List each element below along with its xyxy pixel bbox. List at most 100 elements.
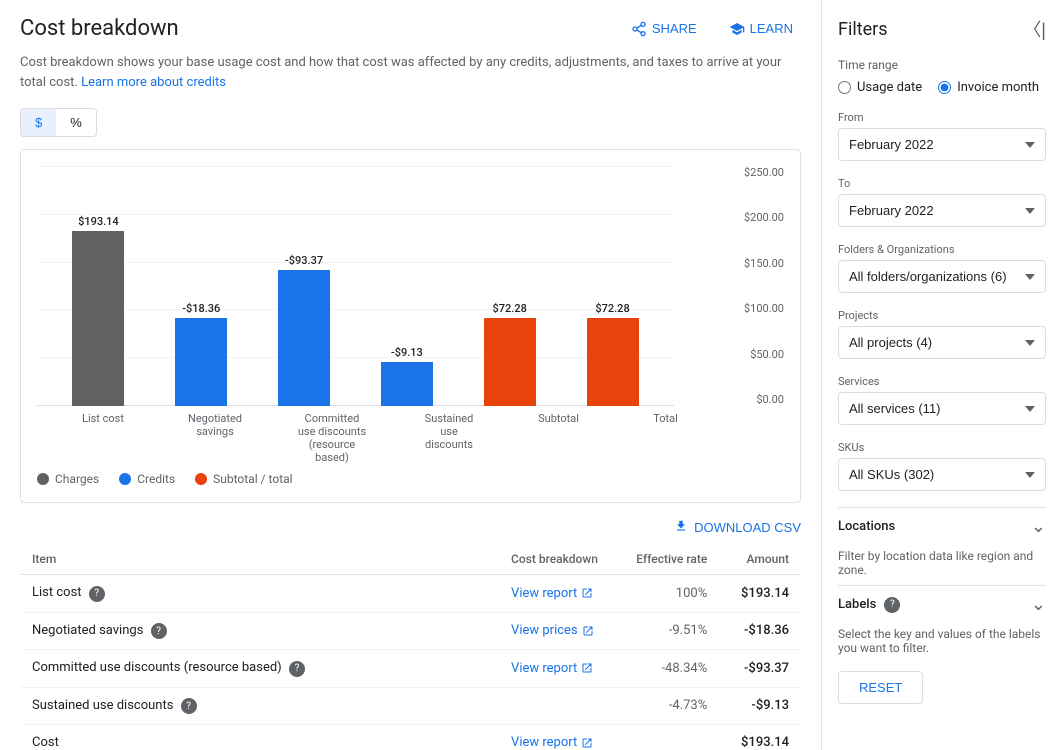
bar-committed: -$93.37 (278, 254, 330, 406)
x-label-committed: Committed use discounts (resource based) (297, 412, 367, 464)
charges-dot (37, 473, 49, 485)
time-range-section: Time range Usage date Invoice month (838, 58, 1046, 95)
labels-collapsible[interactable]: Labels ? ⌄ (838, 585, 1046, 623)
from-label: From (838, 111, 1046, 124)
to-label: To (838, 177, 1046, 190)
to-select[interactable]: February 2022 (838, 194, 1046, 227)
help-icon[interactable]: ? (181, 698, 197, 714)
cost-breakdown-cell: View report (499, 575, 618, 613)
bar-sustained: -$9.13 (381, 346, 433, 406)
amount-cell: -$18.36 (719, 612, 801, 650)
skus-dropdown: SKUs All SKUs (302) (838, 441, 1046, 491)
main-content: Cost breakdown SHARE LEARN Cost breakdow… (0, 0, 822, 750)
amount-cell: $193.14 (719, 725, 801, 750)
learn-label: LEARN (750, 21, 793, 36)
y-label-250: $250.00 (729, 166, 784, 179)
legend-credits: Credits (119, 472, 175, 486)
legend-charges: Charges (37, 472, 99, 486)
filters-sidebar: Filters 〈| Time range Usage date Invoice… (822, 0, 1062, 750)
services-dropdown: Services All services (11) (838, 375, 1046, 425)
percent-toggle[interactable]: % (56, 109, 96, 136)
bars-wrapper: $193.14 -$18.36 -$93.37 -$ (37, 166, 674, 406)
header-actions: SHARE LEARN (623, 17, 801, 41)
table-row: Sustained use discounts ? -4.73% -$9.13 (20, 687, 801, 725)
amount-cell: -$93.37 (719, 650, 801, 688)
learn-more-link[interactable]: Learn more about credits (81, 75, 226, 90)
skus-select[interactable]: All SKUs (302) (838, 458, 1046, 491)
item-cell: Sustained use discounts ? (20, 687, 499, 725)
locations-chevron: ⌄ (1031, 516, 1046, 537)
view-prices-link[interactable]: View prices (511, 623, 606, 638)
view-report-link-3[interactable]: View report (511, 661, 606, 676)
chart-container: $193.14 -$18.36 -$93.37 -$ (20, 149, 801, 503)
page-title: Cost breakdown (20, 16, 179, 41)
legend-subtotal: Subtotal / total (195, 472, 292, 486)
help-icon[interactable]: ? (289, 661, 305, 677)
help-icon[interactable]: ? (89, 586, 105, 602)
page-header: Cost breakdown SHARE LEARN (20, 16, 801, 41)
services-select[interactable]: All services (11) (838, 392, 1046, 425)
effective-rate-cell: -4.73% (618, 687, 720, 725)
cost-breakdown-cell: View report (499, 650, 618, 688)
bar-total: $72.28 (587, 302, 639, 406)
y-label-0: $0.00 (729, 393, 784, 406)
invoice-month-input[interactable] (938, 81, 951, 94)
collapse-button[interactable]: 〈| (1023, 16, 1046, 42)
download-csv-button[interactable]: DOWNLOAD CSV (674, 519, 801, 536)
folders-select[interactable]: All folders/organizations (6) (838, 260, 1046, 293)
locations-title: Locations (838, 519, 895, 534)
effective-rate-cell: -48.34% (618, 650, 720, 688)
collapse-icon: 〈| (1023, 20, 1046, 40)
locations-description: Filter by location data like region and … (838, 545, 1046, 585)
x-label-list: List cost (73, 412, 133, 464)
effective-rate-cell: 100% (618, 575, 720, 613)
y-axis: $250.00 $200.00 $150.00 $100.00 $50.00 $… (729, 166, 784, 406)
locations-collapsible[interactable]: Locations ⌄ (838, 507, 1046, 545)
amount-cell: $193.14 (719, 575, 801, 613)
from-select[interactable]: February 2022 (838, 128, 1046, 161)
share-icon (631, 21, 647, 37)
table-row: Negotiated savings ? View prices -9.51% … (20, 612, 801, 650)
labels-description: Select the key and values of the labels … (838, 623, 1046, 663)
projects-select[interactable]: All projects (4) (838, 326, 1046, 359)
bar-subtotal: $72.28 (484, 302, 536, 406)
credits-dot (119, 473, 131, 485)
dollar-toggle[interactable]: $ (21, 109, 56, 136)
usage-date-radio[interactable]: Usage date (838, 80, 922, 95)
bar-sustained-bar (381, 362, 433, 406)
sidebar-header: Filters 〈| (838, 16, 1046, 42)
invoice-month-radio[interactable]: Invoice month (938, 80, 1039, 95)
view-toggle: $ % (20, 108, 97, 137)
from-dropdown: From February 2022 (838, 111, 1046, 161)
bar-subtotal-bar (484, 318, 536, 406)
item-cell: Negotiated savings ? (20, 612, 499, 650)
share-button[interactable]: SHARE (623, 17, 705, 41)
skus-label: SKUs (838, 441, 1046, 454)
table-row: Committed use discounts (resource based)… (20, 650, 801, 688)
amount-cell: -$9.13 (719, 687, 801, 725)
item-cell: List cost ? (20, 575, 499, 613)
folders-label: Folders & Organizations (838, 243, 1046, 256)
chart-legend: Charges Credits Subtotal / total (37, 472, 784, 486)
table-header-row: Item Cost breakdown Effective rate Amoun… (20, 544, 801, 575)
item-cell: Cost (20, 725, 499, 750)
col-amount: Amount (719, 544, 801, 575)
effective-rate-cell: -9.51% (618, 612, 720, 650)
projects-dropdown: Projects All projects (4) (838, 309, 1046, 359)
reset-button[interactable]: RESET (838, 671, 923, 704)
y-label-100: $100.00 (729, 302, 784, 315)
learn-button[interactable]: LEARN (721, 17, 801, 41)
usage-date-input[interactable] (838, 81, 851, 94)
description: Cost breakdown shows your base usage cos… (20, 53, 801, 92)
help-icon[interactable]: ? (151, 623, 167, 639)
effective-rate-cell (618, 725, 720, 750)
bar-negotiated: -$18.36 (175, 302, 227, 406)
labels-chevron: ⌄ (1031, 594, 1046, 615)
usage-date-label: Usage date (857, 80, 922, 95)
view-report-link-1[interactable]: View report (511, 586, 606, 601)
labels-help-icon[interactable]: ? (884, 597, 900, 613)
x-axis-labels: List cost Negotiated savings Committed u… (37, 406, 729, 464)
bar-charges (72, 231, 124, 406)
item-cell: Committed use discounts (resource based)… (20, 650, 499, 688)
view-report-link-5[interactable]: View report (511, 735, 606, 750)
